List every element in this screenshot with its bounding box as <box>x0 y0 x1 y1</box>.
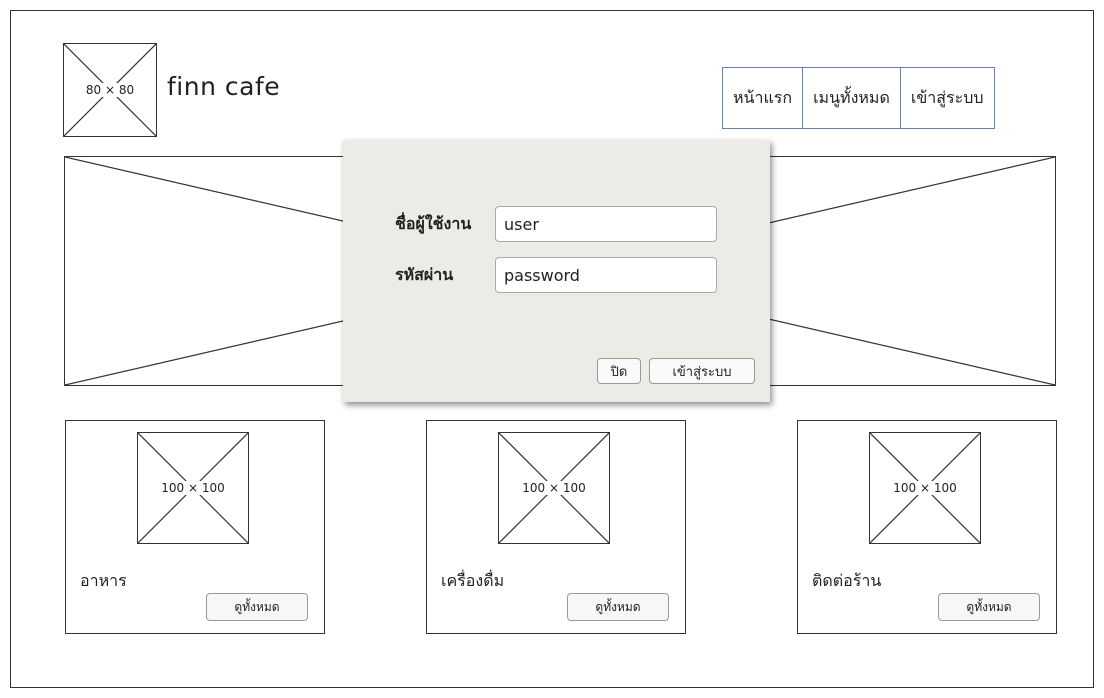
image-size-label: 100 × 100 <box>891 481 959 495</box>
logo-image-placeholder: 80 × 80 <box>63 43 157 137</box>
category-card-contact: 100 × 100 ติดต่อร้าน ดูทั้งหมด <box>797 420 1057 634</box>
card-title: อาหาร <box>80 571 127 590</box>
username-row: ชื่อผู้ใช้งาน <box>395 206 717 242</box>
view-all-button[interactable]: ดูทั้งหมด <box>206 593 308 621</box>
logo-size-label: 80 × 80 <box>83 83 137 97</box>
close-button[interactable]: ปิด <box>597 358 641 384</box>
contact-image-placeholder: 100 × 100 <box>869 432 981 544</box>
view-all-button[interactable]: ดูทั้งหมด <box>938 593 1040 621</box>
login-submit-button[interactable]: เข้าสู่ระบบ <box>649 358 755 384</box>
view-all-button[interactable]: ดูทั้งหมด <box>567 593 669 621</box>
nav-login[interactable]: เข้าสู่ระบบ <box>901 68 994 128</box>
username-label: ชื่อผู้ใช้งาน <box>395 213 472 233</box>
main-nav: หน้าแรก เมนูทั้งหมด เข้าสู่ระบบ <box>722 67 995 129</box>
image-size-label: 100 × 100 <box>159 481 227 495</box>
image-size-label: 100 × 100 <box>520 481 588 495</box>
nav-all-menu[interactable]: เมนูทั้งหมด <box>803 68 901 128</box>
brand-name: finn cafe <box>167 72 281 101</box>
password-input[interactable] <box>495 257 717 293</box>
drinks-image-placeholder: 100 × 100 <box>498 432 610 544</box>
card-title: ติดต่อร้าน <box>812 571 882 590</box>
category-card-food: 100 × 100 อาหาร ดูทั้งหมด <box>65 420 325 634</box>
category-card-drinks: 100 × 100 เครื่องดื่ม ดูทั้งหมด <box>426 420 686 634</box>
login-modal: ชื่อผู้ใช้งาน รหัสผ่าน ปิด เข้าสู่ระบบ <box>343 140 770 402</box>
password-row: รหัสผ่าน <box>395 257 717 293</box>
food-image-placeholder: 100 × 100 <box>137 432 249 544</box>
card-title: เครื่องดื่ม <box>441 571 505 590</box>
username-input[interactable] <box>495 206 717 242</box>
password-label: รหัสผ่าน <box>395 264 454 284</box>
nav-home[interactable]: หน้าแรก <box>723 68 804 128</box>
